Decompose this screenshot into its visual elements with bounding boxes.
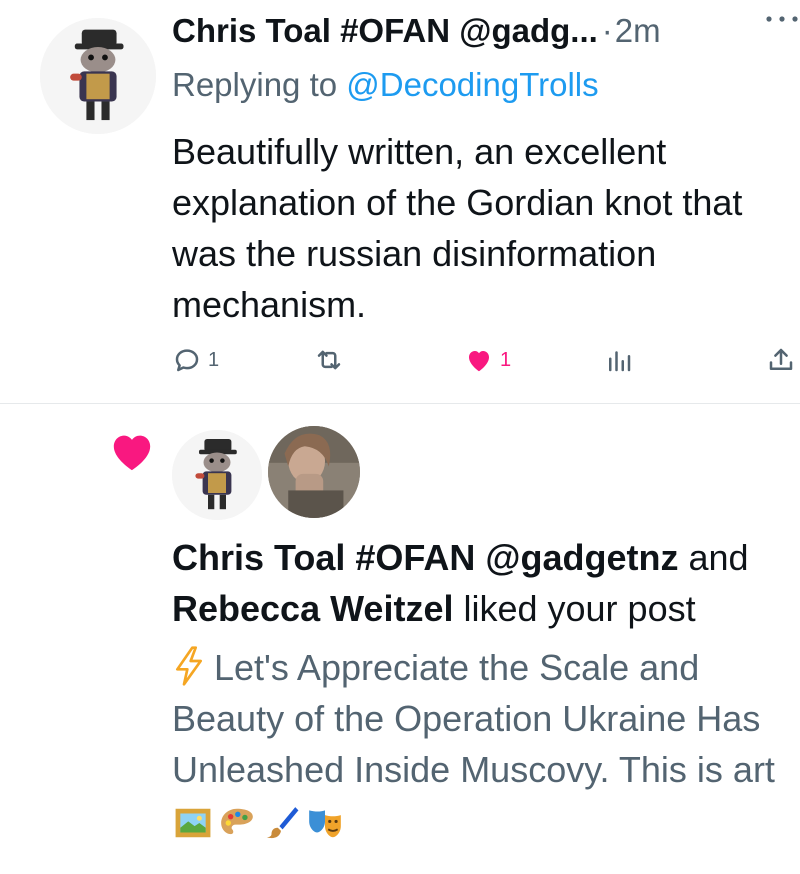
like-count: 1 <box>500 348 512 371</box>
reply-button[interactable]: 1 <box>172 340 219 380</box>
like-button[interactable]: 1 <box>464 340 511 380</box>
and-word: and <box>678 537 749 578</box>
liker-avatar-rebecca[interactable] <box>268 426 360 518</box>
like-notification[interactable]: Chris Toal #OFAN @gadgetnz and Rebecca W… <box>0 404 800 874</box>
heart-icon <box>113 435 151 471</box>
header-separator: · <box>601 12 613 49</box>
replying-to-handle[interactable]: @DecodingTrolls <box>346 66 598 103</box>
replying-to-label: Replying to <box>172 66 347 103</box>
author-name-handle[interactable]: Chris Toal #OFAN @gadg... <box>172 12 598 49</box>
tweet-actions: 1 1 <box>172 340 800 380</box>
framed-picture-icon <box>175 809 211 838</box>
reply-tweet[interactable]: Chris Toal #OFAN @gadg... ·2m Replying to… <box>0 0 800 403</box>
post-emojis <box>174 804 344 842</box>
retweet-button[interactable] <box>314 340 344 380</box>
lightning-icon <box>176 646 203 686</box>
liker-avatar-chris-image <box>172 430 262 520</box>
retweet-icon <box>317 350 341 370</box>
liked-your-post-label: liked your post <box>453 588 696 629</box>
paintbrush-icon <box>266 807 299 839</box>
liker-name-chris[interactable]: Chris Toal #OFAN @gadgetnz <box>172 537 678 578</box>
author-avatar[interactable] <box>40 18 156 134</box>
share-button[interactable] <box>766 340 796 380</box>
theater-masks-icon <box>309 810 341 838</box>
replying-to-line: Replying to @DecodingTrolls <box>172 66 599 104</box>
tweet-timestamp[interactable]: 2m <box>615 12 661 49</box>
tweet-header: Chris Toal #OFAN @gadg... ·2m <box>172 12 792 60</box>
share-icon <box>769 348 793 370</box>
author-avatar-image <box>40 18 156 134</box>
palette-icon <box>221 809 253 835</box>
views-icon <box>609 351 631 372</box>
tweet-text: Beautifully written, an excellent explan… <box>172 131 743 325</box>
like-icon <box>469 351 489 372</box>
liked-post-preview[interactable]: Let's Appreciate the Scale and Beauty of… <box>172 642 797 846</box>
liker-avatar-rebecca-image <box>268 426 360 518</box>
reply-count: 1 <box>208 348 220 371</box>
like-notification-text: Chris Toal #OFAN @gadgetnz and Rebecca W… <box>172 532 797 634</box>
liked-post-text: Let's Appreciate the Scale and Beauty of… <box>172 647 775 790</box>
liker-name-rebecca[interactable]: Rebecca Weitzel <box>172 588 453 629</box>
more-icon[interactable] <box>764 12 800 26</box>
views-button[interactable] <box>604 340 634 380</box>
reply-icon <box>175 349 199 372</box>
liker-avatar-chris[interactable] <box>172 430 262 520</box>
